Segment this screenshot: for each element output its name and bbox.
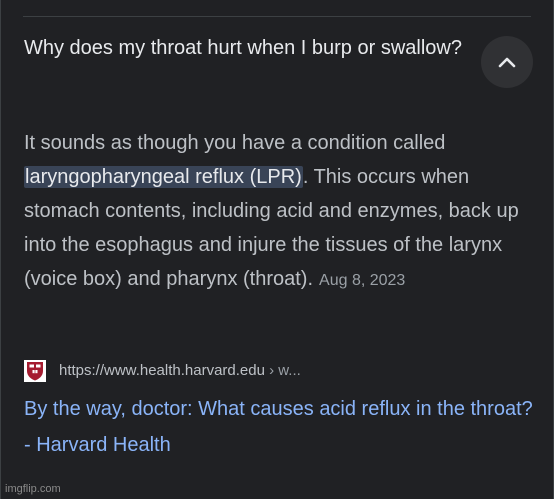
featured-snippet-card: Why does my throat hurt when I burp or s… (0, 0, 554, 499)
answer-text: It sounds as though you have a condition… (24, 126, 539, 298)
divider (23, 16, 531, 17)
answer-text-before: It sounds as though you have a condition… (24, 132, 446, 154)
answer-date: Aug 8, 2023 (319, 272, 406, 289)
question-heading: Why does my throat hurt when I burp or s… (24, 37, 462, 59)
source-row[interactable]: https://www.health.harvard.edu › w... (24, 358, 301, 384)
harvard-shield-icon (24, 360, 46, 382)
source-url-crumb: › w... (264, 362, 301, 379)
result-title-link[interactable]: By the way, doctor: What causes acid ref… (24, 391, 539, 463)
watermark-text: imgflip.com (5, 483, 61, 495)
source-url[interactable]: https://www.health.harvard.edu › w... (59, 361, 301, 381)
source-url-domain: https://www.health.harvard.edu (59, 362, 265, 379)
chevron-up-icon (498, 57, 516, 68)
answer-highlight: laryngopharyngeal reflux (LPR) (24, 166, 303, 188)
collapse-button[interactable] (481, 36, 533, 88)
